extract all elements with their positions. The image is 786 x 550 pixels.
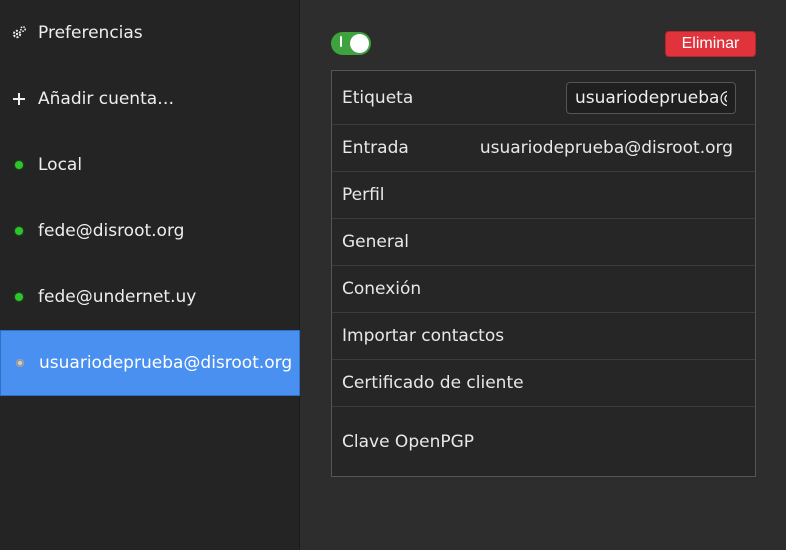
account-settings-panel: Eliminar Etiqueta Entrada usuariodeprueb… [301, 0, 786, 550]
row-openpgp-key-text: Clave OpenPGP [342, 431, 475, 452]
sidebar-item-preferences[interactable]: Preferencias [0, 0, 300, 66]
status-online-dot [15, 227, 23, 235]
row-profile-text: Perfil [342, 185, 385, 205]
row-import-contacts[interactable]: Importar contactos [332, 313, 755, 360]
row-label: Etiqueta [332, 71, 755, 125]
sidebar-item-account-undernet[interactable]: fede@undernet.uy [0, 264, 300, 330]
toggle-on-mark [340, 36, 342, 47]
sidebar-item-add-account[interactable]: Añadir cuenta… [0, 66, 300, 132]
sidebar-item-local[interactable]: Local [0, 132, 300, 198]
sidebar-item-account-test[interactable]: usuariodeprueba@disroot.org [0, 330, 300, 396]
row-login: Entrada usuariodeprueba@disroot.org [332, 125, 755, 172]
sidebar-item-label: Preferencias [38, 23, 143, 43]
row-connection[interactable]: Conexión [332, 266, 755, 313]
status-online-dot [15, 293, 23, 301]
sidebar-item-account-disroot[interactable]: fede@disroot.org [0, 198, 300, 264]
sidebar-item-label: usuariodeprueba@disroot.org [39, 353, 293, 373]
account-options-list: Etiqueta Entrada usuariodeprueba@disroot… [331, 70, 756, 477]
delete-account-button[interactable]: Eliminar [665, 31, 756, 57]
sidebar-item-label: fede@disroot.org [38, 221, 185, 241]
sidebar-item-label: Local [38, 155, 83, 175]
label-input[interactable] [566, 81, 736, 114]
sidebar-item-label: Añadir cuenta… [38, 89, 175, 109]
status-offline-dot [16, 359, 24, 367]
row-login-text: Entrada [342, 138, 409, 158]
sidebar-item-label: fede@undernet.uy [38, 287, 197, 307]
login-value: usuariodeprueba@disroot.org [479, 138, 733, 158]
gear-icon [10, 25, 28, 41]
row-profile[interactable]: Perfil [332, 172, 755, 219]
row-connection-text: Conexión [342, 279, 422, 299]
status-online-dot [15, 161, 23, 169]
row-openpgp-key[interactable]: Clave OpenPGP [332, 407, 755, 476]
row-general[interactable]: General [332, 219, 755, 266]
account-sidebar: Preferencias Añadir cuenta… Local fede@d… [0, 0, 300, 550]
row-client-certificate-text: Certificado de cliente [342, 373, 524, 393]
row-import-contacts-text: Importar contactos [342, 326, 505, 346]
toggle-knob [350, 34, 369, 53]
plus-icon [10, 93, 28, 105]
row-label-text: Etiqueta [342, 87, 414, 108]
row-general-text: General [342, 232, 409, 252]
account-enabled-toggle[interactable] [331, 32, 371, 55]
row-client-certificate[interactable]: Certificado de cliente [332, 360, 755, 407]
